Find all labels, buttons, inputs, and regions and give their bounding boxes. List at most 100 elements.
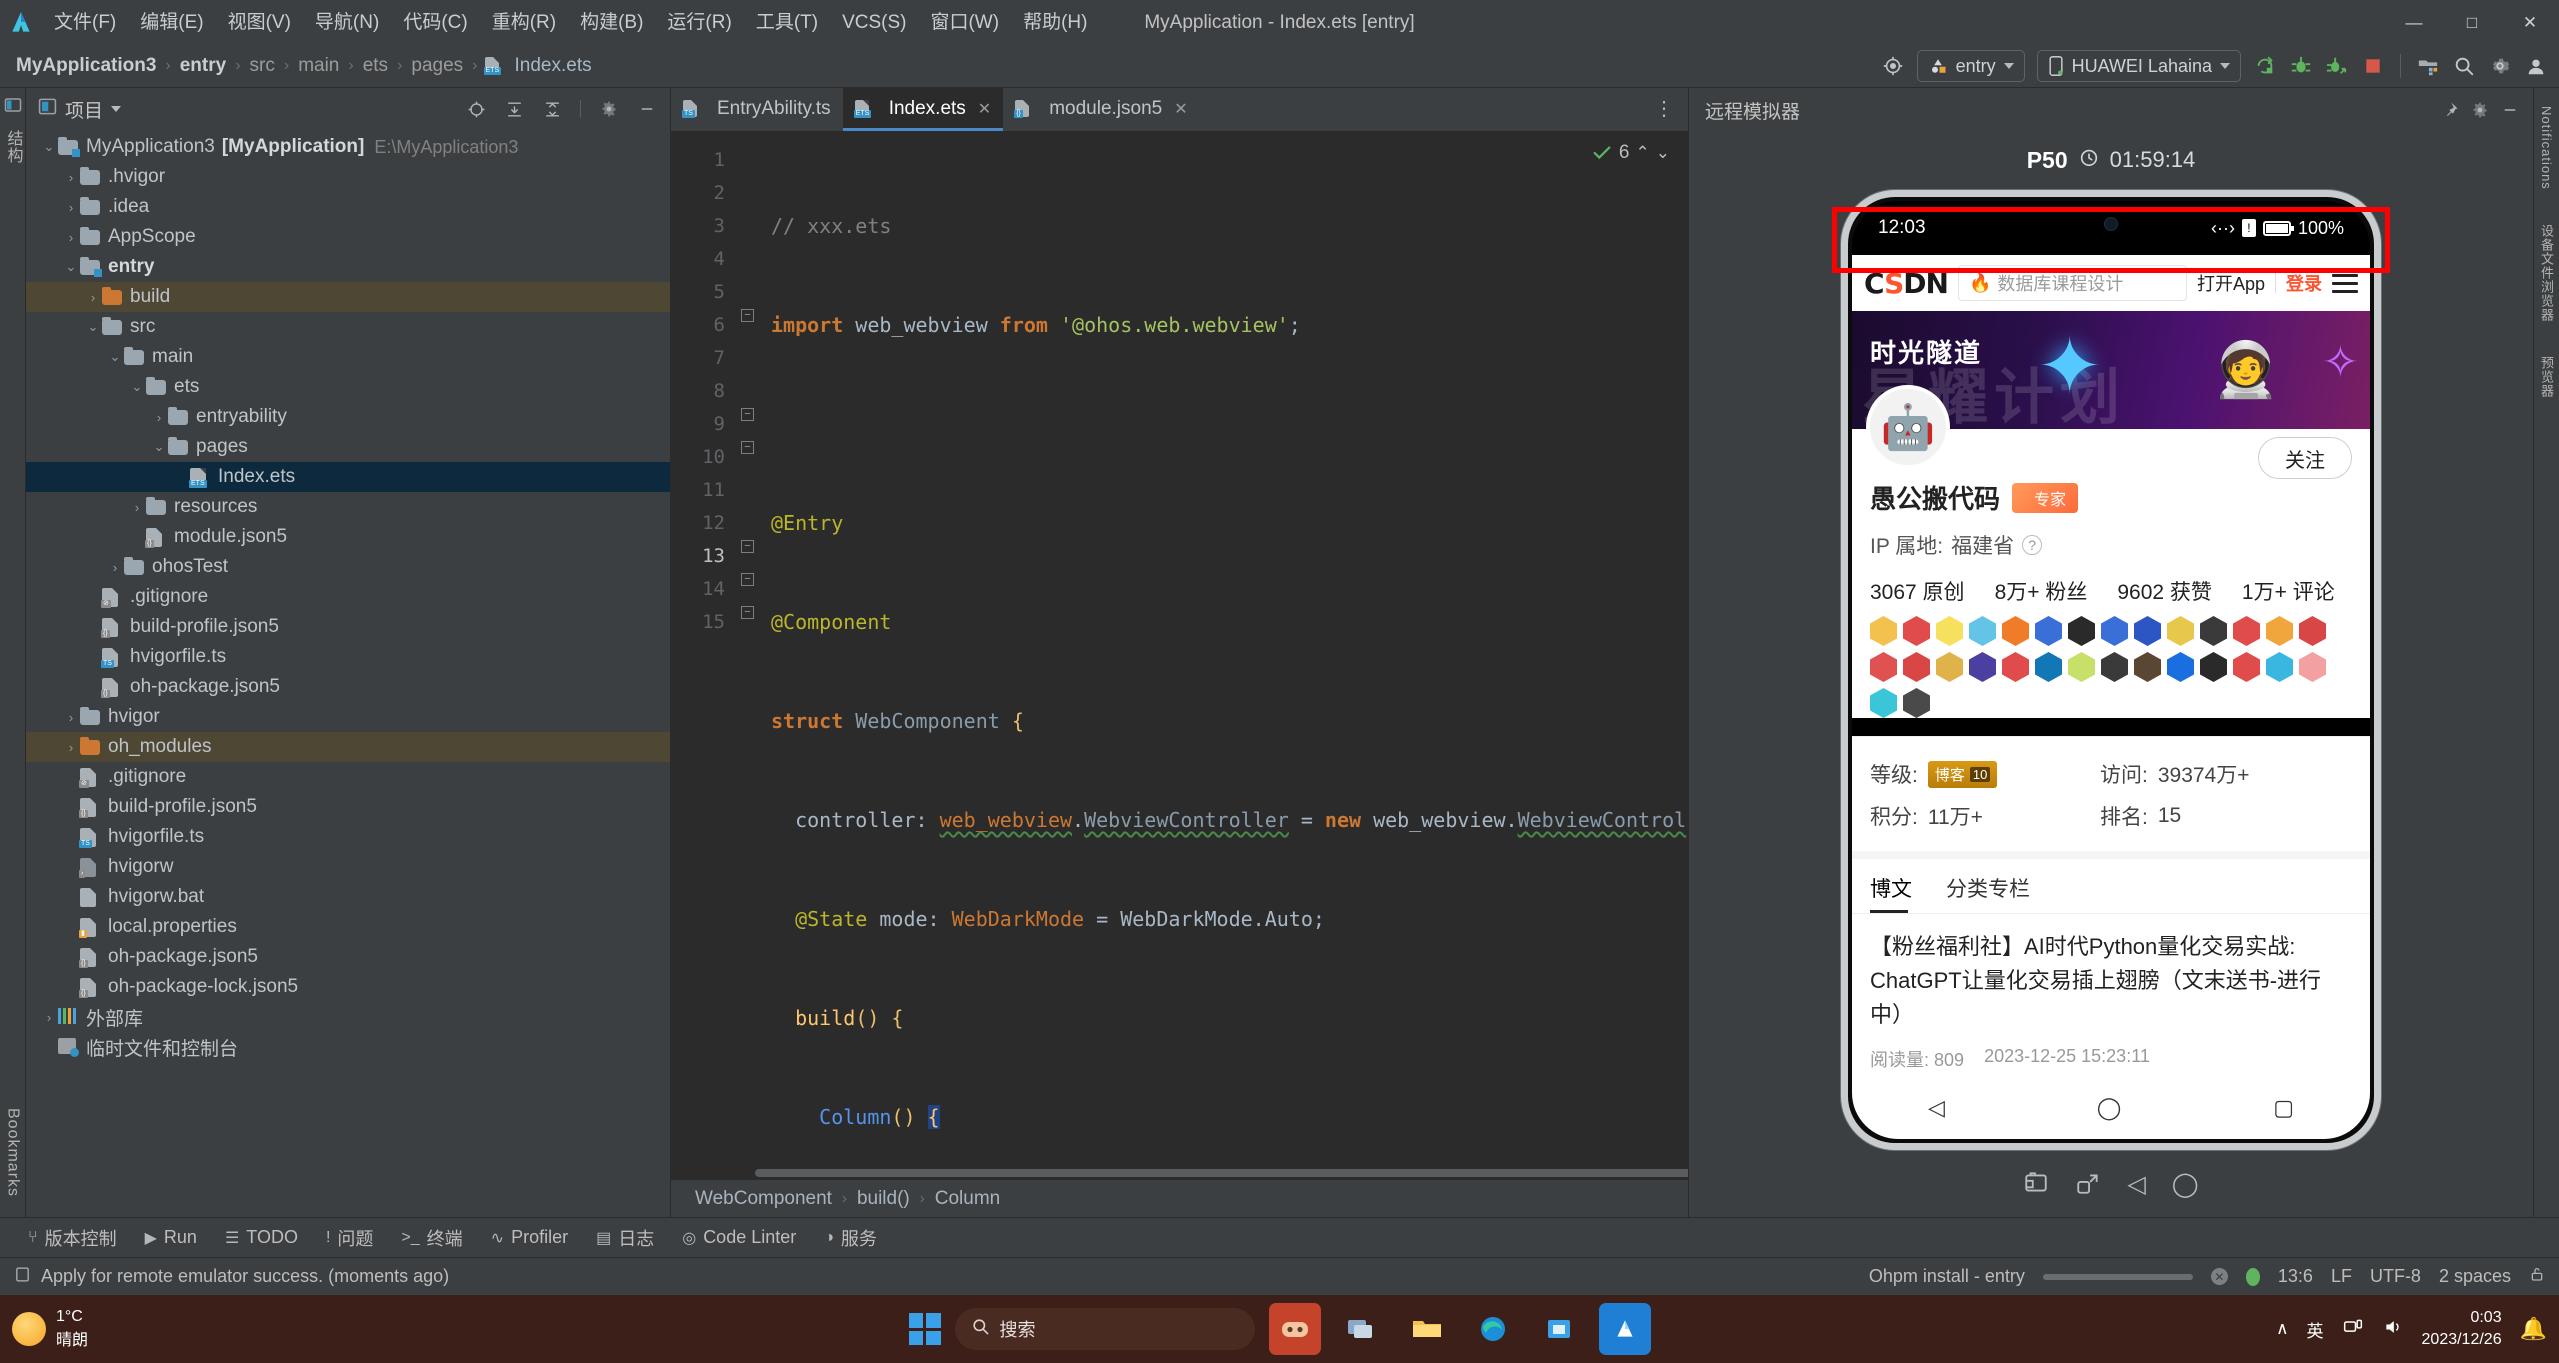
- chevron-right-icon[interactable]: ›: [62, 230, 80, 245]
- tool-window-run[interactable]: ▶ Run: [131, 1227, 211, 1248]
- tree-node-local-properties[interactable]: ▮ local.properties: [26, 912, 670, 942]
- menu-help[interactable]: 帮助(H): [1011, 0, 1099, 45]
- tree-node--[interactable]: 临时文件和控制台: [26, 1032, 670, 1062]
- tree-node-build-profile-json5[interactable]: {} build-profile.json5: [26, 612, 670, 642]
- tool-window-code-linter[interactable]: ◎ Code Linter: [668, 1227, 810, 1248]
- tool-window--[interactable]: ◑ 服务: [810, 1225, 891, 1251]
- module-selector[interactable]: entry: [1916, 50, 2025, 82]
- account-icon[interactable]: [2519, 49, 2553, 83]
- tree-node-src[interactable]: ⌄ src: [26, 312, 670, 342]
- back-triangle-icon[interactable]: ◁: [1928, 1095, 1945, 1121]
- home-circle-icon[interactable]: ◯: [2097, 1095, 2122, 1121]
- chevron-right-icon[interactable]: ›: [106, 560, 124, 575]
- expand-all-icon[interactable]: [499, 94, 529, 124]
- chevron-right-icon[interactable]: ›: [150, 410, 168, 425]
- article-title[interactable]: 【粉丝福利社】AI时代Python量化交易实战: ChatGPT让量化交易插上翅…: [1870, 930, 2352, 1032]
- taskbar-clock[interactable]: 0:03 2023/12/26: [2422, 1307, 2502, 1351]
- horizontal-scrollbar[interactable]: [735, 1167, 1688, 1179]
- editor-tab-entryability-ts[interactable]: TS EntryAbility.ts: [671, 87, 843, 131]
- menu-refactor[interactable]: 重构(R): [480, 0, 568, 45]
- copilot-icon[interactable]: [1268, 1303, 1321, 1355]
- minimize-button[interactable]: —: [2385, 0, 2443, 45]
- help-icon[interactable]: ?: [2022, 535, 2043, 555]
- recents-square-icon[interactable]: ▢: [2273, 1095, 2294, 1121]
- chevron-down-icon[interactable]: ⌄: [84, 319, 102, 335]
- achievement-badge-icon[interactable]: [2200, 652, 2227, 682]
- volume-icon[interactable]: [2382, 1317, 2404, 1342]
- editor-tab-bar[interactable]: TS EntryAbility.ts ETS Index.ets ✕ {} module.j…: [671, 87, 1688, 132]
- tool-window--[interactable]: >_ 终端: [387, 1225, 476, 1251]
- minimize-icon[interactable]: [2495, 95, 2525, 125]
- menu-vcs[interactable]: VCS(S): [830, 0, 918, 45]
- chevron-up-icon[interactable]: ⌃: [1636, 143, 1650, 163]
- inspection-status-icon[interactable]: [2245, 1267, 2260, 1286]
- achievement-badge-icon[interactable]: [2167, 652, 2194, 682]
- achievement-badge-icon[interactable]: [1969, 616, 1996, 646]
- chevron-down-icon[interactable]: ⌄: [40, 139, 58, 155]
- tree-node-resources[interactable]: › resources: [26, 492, 670, 522]
- close-icon[interactable]: ✕: [978, 99, 991, 119]
- breadcrumb-item-file[interactable]: Index.ets: [513, 55, 594, 77]
- tree-node--hvigor[interactable]: › .hvigor: [26, 162, 670, 192]
- chevron-down-icon[interactable]: [111, 106, 122, 112]
- achievement-badge-icon[interactable]: [2002, 616, 2029, 646]
- tab-columns[interactable]: 分类专栏: [1946, 873, 2030, 913]
- code-editor[interactable]: 1 2 3 4 5 6 7 8 9 10 11 12 13 14 15 − − − − − − // xxx…: [671, 132, 1688, 1179]
- achievement-badge-icon[interactable]: [2233, 652, 2260, 682]
- menu-view[interactable]: 视图(V): [216, 0, 303, 45]
- event-log-icon[interactable]: [14, 1266, 31, 1288]
- previewer-label[interactable]: 预览器: [2537, 346, 2556, 408]
- menu-build[interactable]: 构建(B): [568, 0, 655, 45]
- editor-tab-index-ets[interactable]: ETS Index.ets ✕: [842, 87, 1004, 131]
- windows-icon[interactable]: [908, 1313, 941, 1345]
- caret-position[interactable]: 13:6: [2278, 1266, 2313, 1287]
- tree-node-hvigorw-bat[interactable]: hvigorw.bat: [26, 882, 670, 912]
- achievement-badge-icon[interactable]: [1870, 616, 1897, 646]
- breadcrumb-item-main[interactable]: main: [296, 55, 341, 77]
- bookmarks-tool-label[interactable]: Bookmarks: [4, 1098, 22, 1207]
- menu-edit[interactable]: 编辑(E): [128, 0, 215, 45]
- file-explorer-icon[interactable]: [1401, 1303, 1453, 1355]
- achievement-badge-icon[interactable]: [1903, 688, 1930, 718]
- tree-node-oh-package-json5[interactable]: {} oh-package.json5: [26, 942, 670, 972]
- chevron-right-icon[interactable]: ›: [62, 740, 80, 755]
- task-view-icon[interactable]: [1335, 1303, 1387, 1355]
- editor-tab-module-json5[interactable]: {} module.json5 ✕: [1003, 87, 1199, 131]
- achievement-badge-icon[interactable]: [1903, 616, 1930, 646]
- achievement-badge-icon[interactable]: [2134, 652, 2161, 682]
- article-list-item[interactable]: 【粉丝福利社】AI时代Python量化交易实战: ChatGPT让量化交易插上翅…: [1852, 913, 2370, 1088]
- chevron-down-icon[interactable]: ⌄: [62, 259, 80, 275]
- tree-node--gitignore[interactable]: ⊘ .gitignore: [26, 762, 670, 792]
- tree-node-entryability[interactable]: › entryability: [26, 402, 670, 432]
- content-tabs[interactable]: 博文 分类专栏: [1852, 851, 2370, 913]
- tree-node-oh-modules[interactable]: › oh_modules: [26, 732, 670, 762]
- search-icon[interactable]: [2447, 49, 2481, 83]
- tool-window-todo[interactable]: ☰ TODO: [211, 1227, 312, 1248]
- devtool-icon[interactable]: [1598, 1303, 1651, 1355]
- breadcrumb-item-project[interactable]: MyApplication3: [14, 55, 158, 77]
- chevron-right-icon[interactable]: ›: [62, 200, 80, 215]
- tree-node-module-json5[interactable]: {} module.json5: [26, 522, 670, 552]
- home-icon[interactable]: ◯: [2172, 1170, 2199, 1203]
- code-content[interactable]: // xxx.ets import web_webview from '@oho…: [761, 132, 1688, 1179]
- taskbar-search[interactable]: 搜索: [954, 1308, 1255, 1350]
- achievement-badge-icon[interactable]: [1903, 652, 1930, 682]
- tree-node-pages[interactable]: ⌄ pages: [26, 432, 670, 462]
- achievement-badge-icon[interactable]: [1936, 652, 1963, 682]
- close-button[interactable]: ✕: [2501, 0, 2559, 45]
- inspection-status[interactable]: 6 ⌃ ⌄: [1591, 142, 1670, 164]
- achievement-badge-icon[interactable]: [2266, 616, 2293, 646]
- search-input[interactable]: 🔥 数据库课程设计: [1957, 265, 2187, 301]
- tree-node-hvigor[interactable]: › hvigor: [26, 702, 670, 732]
- tree-node-ohostest[interactable]: › ohosTest: [26, 552, 670, 582]
- achievement-badges[interactable]: [1870, 606, 2340, 718]
- project-tool-icon[interactable]: [4, 96, 22, 114]
- navbar-item-component[interactable]: WebComponent: [695, 1188, 832, 1210]
- fold-marker[interactable]: −: [741, 441, 754, 454]
- hamburger-icon[interactable]: [2332, 273, 2358, 293]
- weather-widget[interactable]: 1°C 晴朗: [12, 1308, 88, 1350]
- attach-debugger-icon[interactable]: [2320, 49, 2354, 83]
- device-file-browser-label[interactable]: 设备文件浏览器: [2537, 214, 2556, 332]
- bell-icon[interactable]: 🔔: [2520, 1316, 2547, 1342]
- stop-icon[interactable]: [2356, 49, 2390, 83]
